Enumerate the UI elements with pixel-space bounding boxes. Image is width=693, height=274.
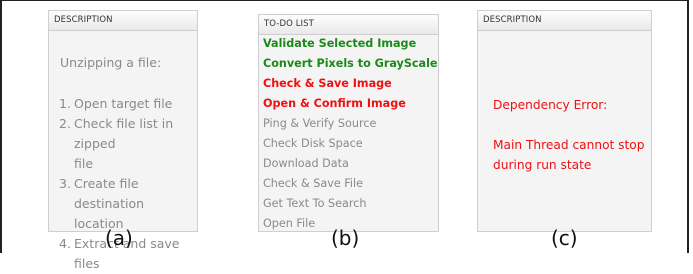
caption-c: (c)	[551, 226, 578, 250]
step-text: Check file list in zipped file	[74, 114, 199, 174]
step-line: Create file destination	[74, 176, 145, 211]
panel-a-header: DESCRIPTION	[49, 11, 197, 31]
error-title: Dependency Error:	[493, 98, 608, 112]
step-number: 1.	[59, 96, 71, 111]
todo-item[interactable]: Validate Selected Image	[263, 34, 438, 54]
step-line: Check file list in zipped	[74, 116, 174, 151]
step-text: Extract and save files	[74, 234, 199, 274]
step-text: Create file destination location	[74, 174, 199, 234]
description-title: Unzipping a file:	[60, 55, 162, 70]
step-number: 2.	[59, 116, 71, 131]
step-item: 3. Create file destination location	[59, 174, 199, 234]
panel-b-header: TO-DO LIST	[259, 15, 438, 35]
panel-c-header: DESCRIPTION	[478, 11, 651, 31]
step-number: 3.	[59, 176, 71, 191]
step-text: Open target file	[74, 94, 199, 114]
caption-b: (b)	[331, 226, 360, 250]
step-number: 4.	[59, 236, 71, 251]
dependency-error-message: Dependency Error: Main Thread cannot sto…	[493, 95, 653, 175]
step-item: 2. Check file list in zipped file	[59, 114, 199, 174]
todo-item[interactable]: Check & Save File	[263, 174, 438, 194]
error-line: Main Thread cannot stop	[493, 138, 645, 152]
todo-item[interactable]: Download Data	[263, 154, 438, 174]
todo-item[interactable]: Convert Pixels to GrayScale	[263, 54, 438, 74]
description-panel-a: DESCRIPTION Unzipping a file: 1. Open ta…	[48, 10, 199, 271]
todo-item[interactable]: Ping & Verify Source	[263, 114, 438, 134]
description-panel-c: DESCRIPTION Dependency Error: Main Threa…	[477, 10, 652, 232]
todo-item[interactable]: Check & Save Image	[263, 74, 438, 94]
todo-list: Validate Selected Image Convert Pixels t…	[263, 34, 438, 234]
todo-item[interactable]: Open & Confirm Image	[263, 94, 438, 114]
todo-item[interactable]: Check Disk Space	[263, 134, 438, 154]
step-line: file	[74, 156, 94, 171]
todo-item[interactable]: Get Text To Search	[263, 194, 438, 214]
todo-list-panel: TO-DO LIST Validate Selected Image Conve…	[258, 14, 439, 232]
step-line: Open target file	[74, 96, 173, 111]
caption-a: (a)	[105, 226, 133, 250]
step-item: 1. Open target file	[59, 94, 199, 114]
error-line: during run state	[493, 158, 592, 172]
